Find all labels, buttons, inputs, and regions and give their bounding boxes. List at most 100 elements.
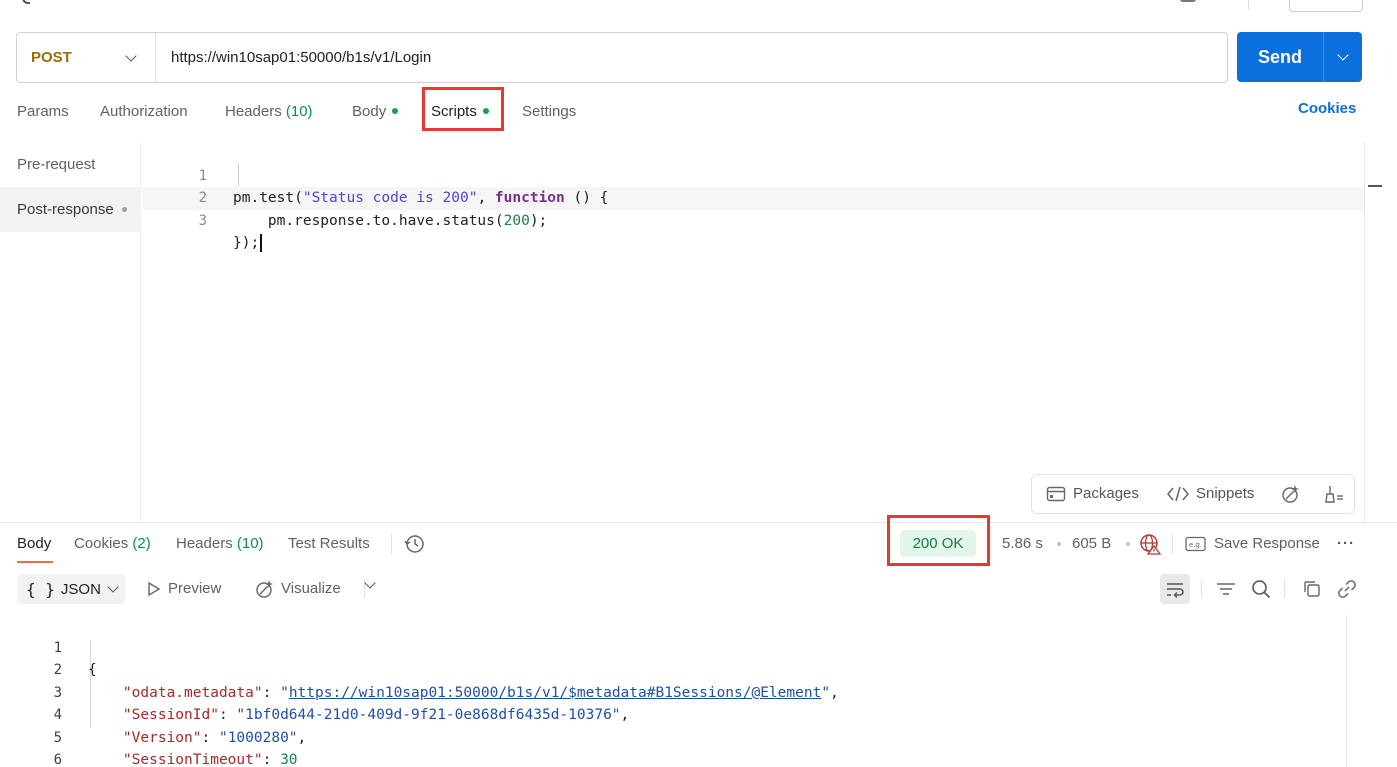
resp-tab-headers[interactable]: Headers (10) [176,532,264,556]
clear-format-button[interactable] [1324,475,1344,513]
packages-button[interactable]: Packages [1046,475,1139,513]
code-line: 3 }); [142,187,263,252]
response-line: 4 "Version": "1000280", [0,682,307,746]
tab-settings[interactable]: Settings [522,96,576,128]
link-icon [1338,580,1356,598]
resp-tab-body[interactable]: Body [17,532,51,556]
code-text: pm.response.to.have.status(200); [233,210,547,233]
code-text: }); [233,232,263,255]
side-item-post-response[interactable]: Post-response [0,187,141,232]
tab-params[interactable]: Params [17,96,69,128]
line-number: 3 [198,212,207,229]
json-key: "Version" [122,729,202,746]
history-icon[interactable] [404,533,426,560]
tab-headers[interactable]: Headers (10) [225,96,313,128]
editor-scrollbar[interactable] [1364,142,1365,522]
format-label: JSON [60,580,101,598]
visualize-options-button[interactable] [364,577,376,589]
request-url-bar: POST [16,32,1228,83]
metadata-link[interactable]: https://win10sap01:50000/b1s/v1/$metadat… [289,685,822,701]
code-token: ); [529,212,548,229]
response-line: 2 "odata.metadata": "https://win10sap01:… [0,637,839,701]
request-tabs: Params Authorization Headers (10) Body S… [17,96,637,128]
send-button[interactable]: Send [1237,32,1323,82]
json-value: "1bf0d644-21d0-409d-9f21-0e868df6435d-10… [236,707,621,723]
window-icon[interactable] [1180,0,1196,2]
tab-label: Settings [522,103,577,120]
cookies-link[interactable]: Cookies [1298,100,1356,117]
resp-tab-cookies[interactable]: Cookies (2) [74,532,151,556]
tab-label: Params [17,103,69,120]
line-number: 2 [53,662,62,678]
separator [1201,580,1202,598]
network-globe-icon[interactable] [1139,533,1162,560]
filter-button[interactable] [1211,574,1241,604]
json-entry: "SessionTimeout": 30 [122,752,298,767]
code-token: pm.test( [233,190,303,206]
code-string: "Status code is 200" [302,190,478,206]
svg-text:e.g.: e.g. [1189,541,1202,549]
line-number: 1 [198,167,207,184]
script-editor[interactable]: 1 pm.test("Status code is 200", function… [142,142,1364,522]
link-button[interactable] [1332,574,1362,604]
resp-headers-count: (10) [236,535,264,552]
method-select[interactable]: POST [17,33,156,82]
tab-body[interactable]: Body [352,96,399,128]
code-keyword: function [494,190,565,206]
resp-tab-test-results[interactable]: Test Results [288,532,370,556]
tab-label: Cookies [74,535,129,552]
send-button-group: Send [1237,32,1362,82]
format-select[interactable]: { } JSON [17,574,125,604]
code-token: pm.response.to.have.status( [233,212,504,229]
preview-button[interactable]: Preview [147,576,221,602]
json-entry: "SessionId": "1bf0d644-21d0-409d-9f21-0e… [122,707,630,723]
code-text: pm.test("Status code is 200", function (… [233,187,608,210]
response-line: 1 { [0,614,97,679]
top-strip [0,0,1397,14]
code-line: 1 pm.test("Status code is 200", function… [142,142,609,207]
example-icon: e.g. [1185,536,1206,551]
tab-label: Body [17,535,52,552]
send-options-button[interactable] [1323,32,1362,82]
ai-assist-button[interactable] [1280,475,1300,513]
tab-label: Authorization [100,103,188,120]
more-options-icon[interactable]: ··· [1337,532,1355,556]
save-response-button[interactable]: e.g. Save Response [1185,535,1320,552]
chevron-down-icon [107,581,119,593]
play-icon [148,581,161,597]
back-arrow-icon[interactable] [22,0,30,4]
scrollbar-thumb[interactable] [1368,185,1382,187]
json-quote: " [821,684,831,701]
scripts-side-panel: Pre-request Post-response [0,142,141,522]
separator [1284,580,1285,598]
visualize-button[interactable]: Visualize [254,576,341,602]
json-number: 30 [280,752,298,767]
packages-label: Packages [1073,485,1139,502]
response-scrollbar[interactable] [1346,615,1347,767]
response-size[interactable]: 605 B [1072,532,1111,556]
side-item-label: Pre-request [17,156,96,173]
wrap-lines-button[interactable] [1160,574,1190,604]
preview-label: Preview [168,580,222,597]
response-time[interactable]: 5.86 s [1002,532,1043,556]
tab-authorization[interactable]: Authorization [100,96,188,128]
json-key: "SessionTimeout" [122,752,263,767]
separator [391,534,392,554]
braces-icon: { } [26,579,55,599]
json-entry: "Version": "1000280", [122,729,307,746]
line-number: 1 [53,639,62,656]
url-input[interactable] [156,33,1227,82]
json-key: "SessionId" [122,707,219,723]
filter-icon [1217,583,1235,595]
visualize-label: Visualize [281,580,341,597]
search-button[interactable] [1246,574,1276,604]
copy-button[interactable] [1297,574,1327,604]
snippets-button[interactable]: Snippets [1167,475,1254,513]
code-line: 2 pm.response.to.have.status(200); [142,165,548,229]
response-line: 5 "SessionTimeout": 30 [0,704,298,767]
json-key: "odata.metadata" [122,684,263,701]
top-action-button[interactable] [1289,0,1363,12]
code-token: () { [564,190,609,206]
side-item-pre-request[interactable]: Pre-request [0,142,141,187]
response-divider [0,522,1397,523]
